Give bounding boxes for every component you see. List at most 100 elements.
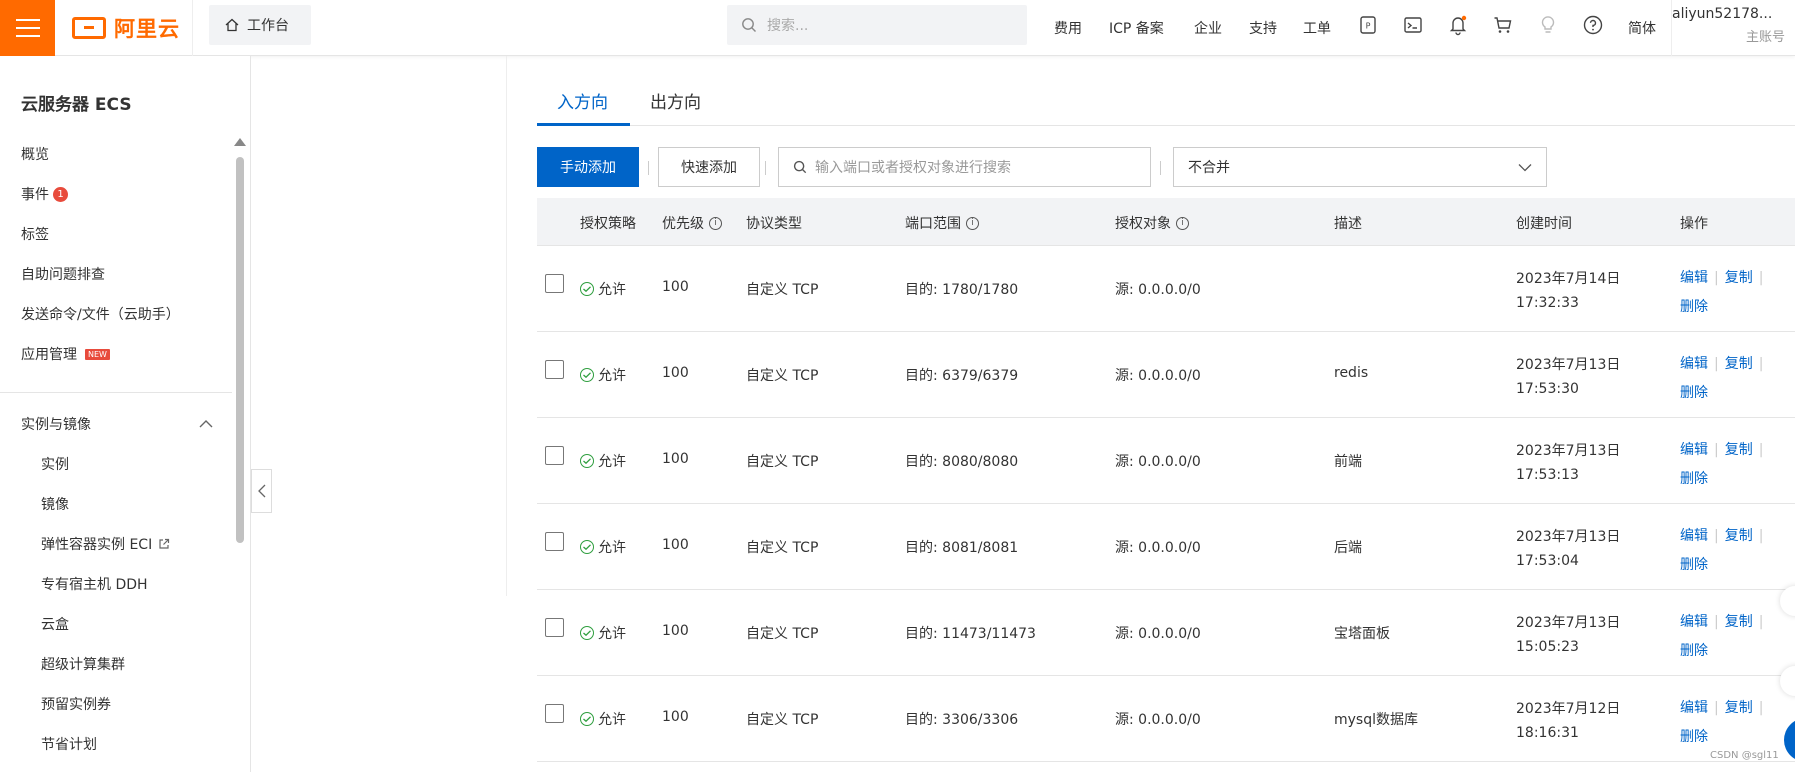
- policy-label: 允许: [598, 454, 626, 470]
- sidebar-collapse-button[interactable]: [251, 469, 272, 513]
- priority-cell: 100: [662, 709, 689, 725]
- sidebar-item-app-management[interactable]: 应用管理 NEW: [21, 344, 110, 364]
- menu-icon[interactable]: [0, 0, 55, 56]
- sidebar-item-troubleshoot[interactable]: 自助问题排查: [21, 264, 105, 284]
- protocol-cell: 自定义 TCP: [746, 540, 819, 556]
- port-cell: 目的: 3306/3306: [905, 712, 1019, 728]
- delete-link[interactable]: 删除: [1680, 557, 1708, 573]
- sidebar-group-instances-images[interactable]: 实例与镜像: [21, 414, 213, 434]
- row-checkbox[interactable]: [545, 360, 564, 379]
- info-icon[interactable]: i: [709, 216, 722, 230]
- description-cell: mysql数据库: [1334, 712, 1418, 728]
- copy-link[interactable]: 复制: [1725, 614, 1753, 630]
- description-cell: 前端: [1334, 454, 1362, 470]
- delete-link[interactable]: 删除: [1680, 471, 1708, 487]
- watermark: CSDN @sgl11: [1710, 750, 1779, 761]
- edit-link[interactable]: 编辑: [1680, 614, 1708, 630]
- column-header-label: 协议类型: [746, 216, 802, 232]
- sidebar-item-savings-plan[interactable]: 节省计划: [41, 734, 97, 754]
- nav-icp[interactable]: ICP 备案: [1109, 0, 1164, 56]
- sidebar-item-ddh[interactable]: 专有宿主机 DDH: [41, 574, 148, 594]
- global-search-input[interactable]: 搜索...: [727, 5, 1027, 45]
- policy-cell: 允许: [580, 365, 626, 385]
- delete-link[interactable]: 删除: [1680, 643, 1708, 659]
- edit-link[interactable]: 编辑: [1680, 700, 1708, 716]
- merge-select[interactable]: 不合并: [1173, 147, 1547, 187]
- row-checkbox[interactable]: [545, 618, 564, 637]
- sidebar-item-tags[interactable]: 标签: [21, 224, 49, 244]
- active-tab-indicator: [537, 123, 630, 126]
- copy-link[interactable]: 复制: [1725, 442, 1753, 458]
- actions-cell: 编辑 | 复制 | 删除: [1680, 700, 1764, 745]
- edit-link[interactable]: 编辑: [1680, 356, 1708, 372]
- delete-link[interactable]: 删除: [1680, 729, 1708, 745]
- row-checkbox[interactable]: [545, 704, 564, 723]
- chevron-up-icon: [199, 420, 213, 428]
- tab-inbound[interactable]: 入方向: [557, 88, 608, 113]
- cart-icon[interactable]: [1492, 14, 1514, 36]
- edit-link[interactable]: 编辑: [1680, 442, 1708, 458]
- created-date: 2023年7月13日: [1516, 615, 1621, 631]
- table-row: 允许 100 自定义 TCP 目的: 1780/1780 源: 0.0.0.0/…: [537, 246, 1795, 332]
- column-header-actions: 操作: [1680, 213, 1708, 233]
- aliyun-logo[interactable]: 阿里云: [72, 14, 180, 42]
- account-menu[interactable]: aliyun52178... 主账号: [1672, 6, 1795, 45]
- sidebar-item-events[interactable]: 事件 1: [21, 184, 68, 204]
- language-switch[interactable]: 简体: [1628, 0, 1656, 56]
- nav-enterprise[interactable]: 企业: [1194, 0, 1222, 56]
- help-icon[interactable]: [1582, 14, 1604, 36]
- port-cell: 目的: 8081/8081: [905, 540, 1019, 556]
- row-checkbox[interactable]: [545, 532, 564, 551]
- row-checkbox[interactable]: [545, 274, 564, 293]
- delete-link[interactable]: 删除: [1680, 299, 1708, 315]
- created-cell: 2023年7月13日 15:05:23: [1516, 611, 1620, 659]
- sidebar-item-eci[interactable]: 弹性容器实例 ECI: [41, 534, 170, 554]
- account-name: aliyun52178...: [1672, 6, 1773, 22]
- edit-link[interactable]: 编辑: [1680, 270, 1708, 286]
- delete-link[interactable]: 删除: [1680, 385, 1708, 401]
- tab-outbound[interactable]: 出方向: [650, 88, 701, 113]
- sidebar-item-cloud-assistant[interactable]: 发送命令/文件（云助手）: [21, 304, 180, 324]
- created-cell: 2023年7月13日 17:53:13: [1516, 439, 1620, 487]
- column-header-label: 授权对象: [1115, 216, 1171, 232]
- description-cell: 后端: [1334, 540, 1362, 556]
- copy-link[interactable]: 复制: [1725, 700, 1753, 716]
- sidebar-item-overview[interactable]: 概览: [21, 144, 49, 164]
- policy-label: 允许: [598, 540, 626, 556]
- rule-search-input[interactable]: 输入端口或者授权对象进行搜索: [778, 147, 1151, 187]
- nav-fees[interactable]: 费用: [1054, 0, 1082, 56]
- copy-link[interactable]: 复制: [1725, 270, 1753, 286]
- manual-add-button[interactable]: 手动添加: [537, 147, 639, 187]
- search-icon: [742, 18, 756, 32]
- sidebar-item-scc[interactable]: 超级计算集群: [41, 654, 125, 674]
- quick-add-button[interactable]: 快速添加: [658, 147, 760, 187]
- workbench-button[interactable]: 工作台: [209, 5, 311, 45]
- row-checkbox[interactable]: [545, 446, 564, 465]
- top-bar: 阿里云 工作台 搜索... 费用 ICP 备案 企业 支持 工单 P 简体 al…: [0, 0, 1795, 56]
- priority-cell: 100: [662, 451, 689, 467]
- external-link-icon: [159, 538, 170, 549]
- sidebar-item-label: 实例: [41, 457, 69, 473]
- sidebar-item-images[interactable]: 镜像: [41, 494, 69, 514]
- sidebar-item-instances[interactable]: 实例: [41, 454, 69, 474]
- bell-icon[interactable]: [1447, 14, 1469, 36]
- info-icon[interactable]: i: [966, 216, 979, 230]
- terminal-icon[interactable]: [1402, 14, 1424, 36]
- source-cell: 源: 0.0.0.0/0: [1115, 626, 1201, 642]
- nav-support[interactable]: 支持: [1249, 0, 1277, 56]
- sidebar-item-label: 专有宿主机 DDH: [41, 577, 148, 593]
- sidebar-item-label: 云盒: [41, 617, 69, 633]
- icp-icon[interactable]: P: [1357, 14, 1379, 36]
- sidebar-item-reserved-instances[interactable]: 预留实例券: [41, 694, 111, 714]
- merge-select-value: 不合并: [1188, 160, 1230, 176]
- sidebar-item-cloud-box[interactable]: 云盒: [41, 614, 69, 634]
- info-icon[interactable]: i: [1176, 216, 1189, 230]
- copy-link[interactable]: 复制: [1725, 356, 1753, 372]
- bulb-icon[interactable]: [1537, 14, 1559, 36]
- copy-link[interactable]: 复制: [1725, 528, 1753, 544]
- scroll-up-arrow[interactable]: [234, 138, 246, 146]
- edit-link[interactable]: 编辑: [1680, 528, 1708, 544]
- sidebar-scrollbar[interactable]: [236, 157, 244, 543]
- check-circle-icon: [580, 368, 594, 382]
- nav-ticket[interactable]: 工单: [1303, 0, 1331, 56]
